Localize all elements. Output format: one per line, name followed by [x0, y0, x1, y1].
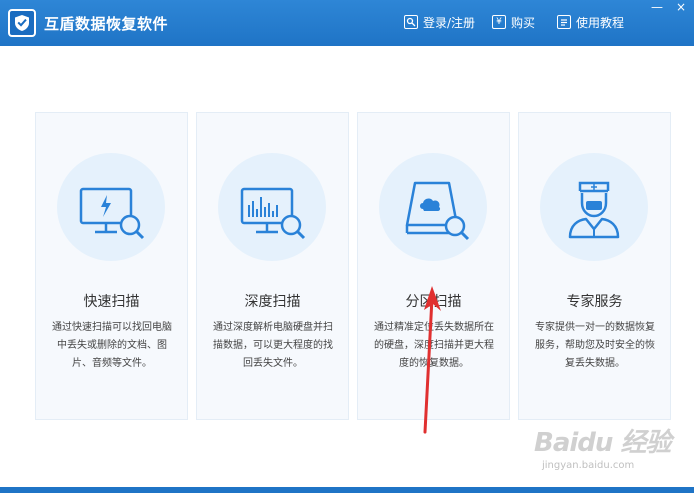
title-bar: 互盾数据恢复软件 登录/注册 ¥ 购买 使用教程 — ×: [0, 0, 694, 46]
partition-scan-card[interactable]: 分区扫描 通过精准定位丢失数据所在的硬盘，深度扫描并更大程度的恢复数据。: [357, 112, 510, 420]
document-icon: [557, 15, 571, 29]
minimize-button[interactable]: —: [648, 0, 666, 14]
app-window: 互盾数据恢复软件 登录/注册 ¥ 购买 使用教程 — × 快速扫描 通过快速扫描…: [0, 0, 694, 493]
deep-scan-description: 通过深度解析电脑硬盘并扫描数据，可以更大程度的找回丢失文件。: [213, 322, 333, 369]
deep-scan-title: 深度扫描: [244, 294, 301, 310]
quick-scan-icon-circle: [57, 153, 165, 261]
tutorial-label: 使用教程: [576, 15, 625, 30]
disk-cloud-search-icon: [405, 181, 470, 241]
quick-scan-title: 快速扫描: [83, 294, 140, 310]
partition-scan-title: 分区扫描: [405, 294, 462, 310]
app-logo-icon: [8, 9, 36, 37]
expert-service-icon-circle: [540, 153, 648, 261]
expert-service-title: 专家服务: [566, 294, 623, 310]
tutorial-link[interactable]: 使用教程: [557, 13, 624, 31]
deep-scan-icon-circle: [218, 153, 326, 261]
app-title: 互盾数据恢复软件: [44, 15, 169, 33]
quick-scan-card[interactable]: 快速扫描 通过快速扫描可以找回电脑中丢失或删除的文档、图片、音频等文件。: [35, 112, 188, 420]
close-button[interactable]: ×: [672, 0, 690, 14]
expert-service-card[interactable]: 专家服务 专家提供一对一的数据恢复服务，帮助您及时安全的恢复丢失数据。: [518, 112, 671, 420]
baidu-watermark: Baidu 经验 jingyan.baidu.com: [530, 420, 690, 482]
expert-service-description: 专家提供一对一的数据恢复服务，帮助您及时安全的恢复丢失数据。: [535, 322, 655, 369]
bottom-bar: [0, 487, 694, 493]
monitor-lightning-search-icon: [79, 187, 145, 240]
partition-scan-icon-circle: [379, 153, 487, 261]
buy-label: 购买: [511, 15, 536, 30]
quick-scan-description: 通过快速扫描可以找回电脑中丢失或删除的文档、图片、音频等文件。: [52, 322, 172, 369]
deep-scan-card[interactable]: 深度扫描 通过深度解析电脑硬盘并扫描数据，可以更大程度的找回丢失文件。: [196, 112, 349, 420]
doctor-icon: [568, 181, 620, 239]
partition-scan-description: 通过精准定位丢失数据所在的硬盘，深度扫描并更大程度的恢复数据。: [374, 322, 494, 369]
login-register-link[interactable]: 登录/注册: [404, 13, 475, 31]
buy-link[interactable]: ¥ 购买: [492, 13, 535, 31]
watermark-main-text: Baidu 经验: [534, 428, 671, 458]
login-register-label: 登录/注册: [423, 15, 476, 30]
login-icon: [404, 15, 418, 29]
yen-icon: ¥: [492, 15, 506, 29]
watermark-url: jingyan.baidu.com: [542, 460, 635, 471]
monitor-chart-search-icon: [240, 187, 306, 240]
